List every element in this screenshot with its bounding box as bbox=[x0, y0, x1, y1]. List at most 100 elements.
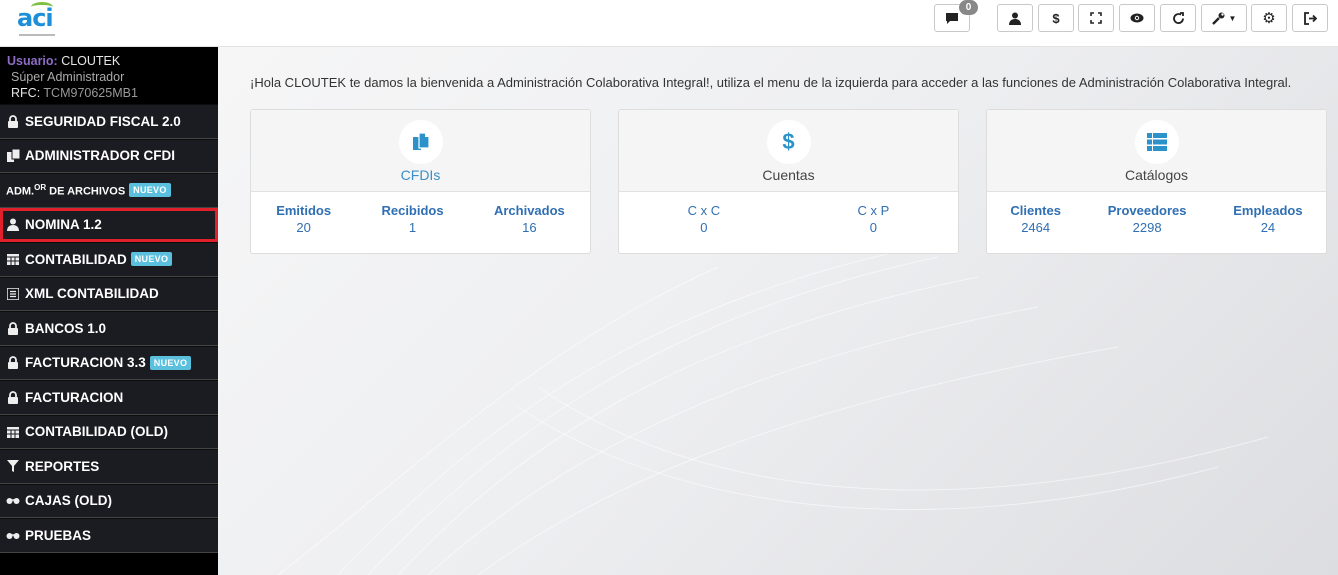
stat-cxp[interactable]: C x P 0 bbox=[858, 203, 890, 235]
sidebar-item-pruebas[interactable]: PRUEBAS bbox=[0, 518, 218, 553]
sidebar-item-label: NOMINA 1.2 bbox=[25, 217, 102, 233]
logout-icon bbox=[1304, 11, 1317, 25]
sidebar-item-adm-archivos[interactable]: ADM.OR DE ARCHIVOS NUEVO bbox=[0, 173, 218, 208]
stat-cxc[interactable]: C x C 0 bbox=[688, 203, 721, 235]
sidebar-item-cajas-old[interactable]: CAJAS (OLD) bbox=[0, 483, 218, 518]
refresh-icon bbox=[1172, 11, 1184, 24]
stat-label: Proveedores bbox=[1107, 203, 1187, 218]
card-header: CFDIs bbox=[251, 110, 590, 192]
stat-proveedores[interactable]: Proveedores 2298 bbox=[1108, 203, 1187, 235]
sidebar-item-label: ADMINISTRADOR CFDI bbox=[25, 148, 175, 164]
card-cuentas: $ Cuentas C x C 0 C x P 0 bbox=[618, 109, 959, 254]
rfc-line: RFC: TCM970625MB1 bbox=[7, 85, 218, 101]
notifications-badge: 0 bbox=[959, 0, 978, 15]
logout-button[interactable] bbox=[1292, 4, 1328, 32]
user-name: CLOUTEK bbox=[61, 54, 121, 68]
sidebar-item-label: SEGURIDAD FISCAL 2.0 bbox=[25, 113, 181, 129]
comment-icon bbox=[946, 12, 958, 24]
logo-subline bbox=[19, 34, 55, 36]
card-cfdis: CFDIs Emitidos 20 Recibidos 1 Archivados… bbox=[250, 109, 591, 254]
sidebar-item-label: FACTURACION bbox=[25, 389, 124, 405]
dollar-icon: $ bbox=[1052, 10, 1060, 26]
sidebar-item-contabilidad-old[interactable]: CONTABILIDAD (OLD) bbox=[0, 414, 218, 449]
stat-clientes[interactable]: Clientes 2464 bbox=[1010, 203, 1061, 235]
lock-icon bbox=[6, 356, 20, 370]
user-label: Usuario: bbox=[7, 54, 58, 68]
caret-down-icon: ▼ bbox=[1228, 13, 1237, 23]
billing-button[interactable]: $ bbox=[1038, 4, 1074, 32]
stat-emitidos[interactable]: Emitidos 20 bbox=[276, 203, 331, 235]
sidebar-menu: SEGURIDAD FISCAL 2.0 ADMINISTRADOR CFDI … bbox=[0, 104, 218, 553]
sidebar-item-nomina[interactable]: NOMINA 1.2 bbox=[0, 207, 218, 242]
sidebar-item-reportes[interactable]: REPORTES bbox=[0, 449, 218, 484]
new-badge: NUEVO bbox=[149, 355, 192, 370]
new-badge: NUEVO bbox=[130, 252, 173, 267]
sidebar-item-label: REPORTES bbox=[25, 458, 100, 474]
label-part-b: DE ARCHIVOS bbox=[46, 185, 126, 198]
lock-icon bbox=[6, 114, 20, 128]
user-role: Súper Administrador bbox=[11, 70, 125, 84]
stat-label: Recibidos bbox=[381, 203, 444, 218]
top-bar: aci 0 $ ▼ ⚙ bbox=[0, 0, 1338, 47]
gear-icon: ⚙ bbox=[1262, 10, 1276, 27]
refresh-button[interactable] bbox=[1160, 4, 1196, 32]
main-content: ¡Hola CLOUTEK te damos la bienvenida a A… bbox=[218, 47, 1338, 575]
rfc-value: TCM970625MB1 bbox=[43, 86, 138, 100]
sidebar-item-label: PRUEBAS bbox=[25, 527, 92, 543]
view-button[interactable] bbox=[1119, 4, 1155, 32]
sidebar-item-xml-contabilidad[interactable]: XML CONTABILIDAD bbox=[0, 276, 218, 311]
stat-value: 2464 bbox=[1021, 220, 1051, 235]
aci-logo[interactable]: aci bbox=[17, 2, 57, 40]
tools-dropdown-button[interactable]: ▼ bbox=[1201, 4, 1247, 32]
card-icon-circle bbox=[398, 120, 443, 164]
sidebar-item-seguridad-fiscal[interactable]: SEGURIDAD FISCAL 2.0 bbox=[0, 104, 218, 139]
card-icon-circle: $ bbox=[766, 120, 811, 164]
stat-value: 0 bbox=[700, 220, 708, 235]
card-title: Cuentas bbox=[762, 167, 815, 183]
sidebar-item-facturacion-33[interactable]: FACTURACION 3.3 NUEVO bbox=[0, 345, 218, 380]
stat-empleados[interactable]: Empleados 24 bbox=[1233, 203, 1302, 235]
list-icon bbox=[1146, 133, 1167, 151]
fullscreen-button[interactable] bbox=[1078, 4, 1114, 32]
logo-text: aci bbox=[17, 4, 54, 32]
calendar-icon bbox=[6, 425, 20, 439]
sidebar-item-label: XML CONTABILIDAD bbox=[25, 286, 159, 302]
user-info: Usuario: CLOUTEK Súper Administrador RFC… bbox=[0, 47, 218, 104]
card-header: Catálogos bbox=[987, 110, 1326, 192]
sidebar-item-bancos[interactable]: BANCOS 1.0 bbox=[0, 311, 218, 346]
user-icon bbox=[1009, 12, 1021, 25]
sidebar-item-facturacion[interactable]: FACTURACION bbox=[0, 380, 218, 415]
files-icon bbox=[412, 132, 430, 150]
sidebar-item-label: FACTURACION 3.3 bbox=[25, 355, 146, 371]
sidebar-item-contabilidad[interactable]: CONTABILIDAD NUEVO bbox=[0, 242, 218, 277]
label-part-a: ADM. bbox=[6, 185, 35, 198]
list-icon bbox=[6, 287, 20, 301]
stat-label: Clientes bbox=[1010, 203, 1061, 218]
stat-label: Archivados bbox=[493, 203, 565, 218]
stat-value: 2298 bbox=[1132, 220, 1162, 235]
welcome-message: ¡Hola CLOUTEK te damos la bienvenida a A… bbox=[250, 75, 1292, 90]
calendar-icon bbox=[6, 252, 20, 266]
card-icon-circle bbox=[1134, 120, 1179, 164]
stat-recibidos[interactable]: Recibidos 1 bbox=[381, 203, 443, 235]
wrench-icon bbox=[1211, 12, 1225, 25]
new-badge: NUEVO bbox=[129, 183, 171, 198]
lock-icon bbox=[6, 390, 20, 404]
filter-icon bbox=[6, 459, 20, 473]
stat-label: C x P bbox=[857, 203, 890, 218]
profile-button[interactable] bbox=[997, 4, 1033, 32]
card-header: $ Cuentas bbox=[619, 110, 958, 192]
settings-button[interactable]: ⚙ bbox=[1251, 4, 1287, 32]
card-title[interactable]: CFDIs bbox=[251, 167, 590, 183]
label-superscript: OR bbox=[34, 182, 47, 192]
card-title: Catálogos bbox=[1124, 167, 1189, 183]
glasses-icon bbox=[6, 528, 20, 542]
stat-value: 0 bbox=[869, 220, 878, 235]
stat-label: C x C bbox=[687, 203, 721, 218]
sidebar-item-administrador-cfdi[interactable]: ADMINISTRADOR CFDI bbox=[0, 138, 218, 173]
stat-value: 20 bbox=[296, 220, 311, 235]
stat-archivados[interactable]: Archivados 16 bbox=[494, 203, 565, 235]
sidebar: Usuario: CLOUTEK Súper Administrador RFC… bbox=[0, 47, 218, 575]
stat-label: Emitidos bbox=[276, 203, 332, 218]
glasses-icon bbox=[6, 494, 20, 508]
